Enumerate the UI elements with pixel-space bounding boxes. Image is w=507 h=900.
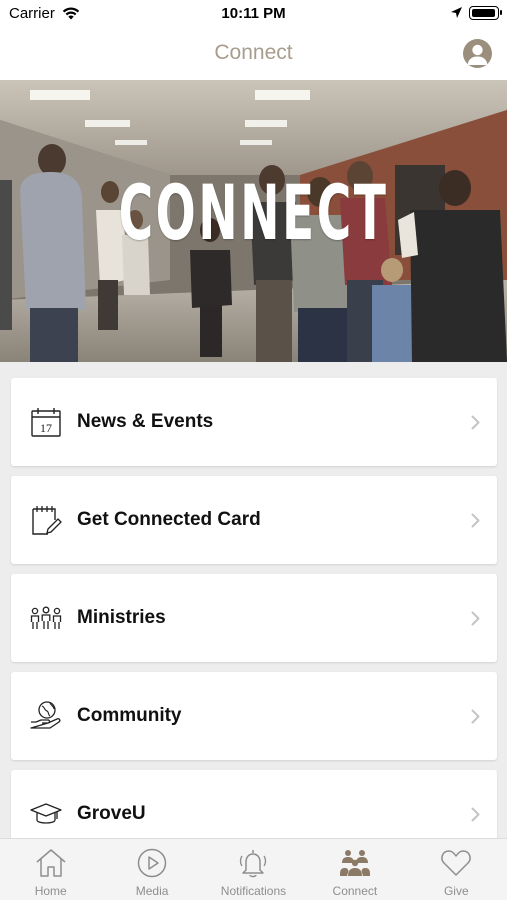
bell-icon <box>237 848 269 883</box>
menu-item-label: Community <box>77 705 182 726</box>
tab-media[interactable]: Media <box>101 839 202 900</box>
people-group-icon <box>30 602 62 634</box>
hero-banner: CONNECT <box>0 80 507 362</box>
tab-connect[interactable]: Connect <box>304 839 405 900</box>
menu-item-ministries[interactable]: Ministries <box>11 574 497 662</box>
people-icon <box>339 848 371 883</box>
tab-label: Media <box>135 884 169 898</box>
globe-hand-icon <box>30 700 62 732</box>
chevron-right-icon <box>471 415 480 435</box>
notepad-edit-icon <box>30 504 62 536</box>
calendar-day: 17 <box>40 421 52 435</box>
menu-item-get-connected-card[interactable]: Get Connected Card <box>11 476 497 564</box>
connect-menu: 17 News & Events Get Connected Card Mini… <box>0 362 507 838</box>
menu-item-community[interactable]: Community <box>11 672 497 760</box>
menu-item-label: News & Events <box>77 411 214 432</box>
home-icon <box>35 848 67 883</box>
menu-item-news-events[interactable]: 17 News & Events <box>11 378 497 466</box>
page-title: Connect <box>214 41 293 64</box>
menu-item-label: Get Connected Card <box>77 509 261 530</box>
tab-label: Notifications <box>220 884 287 898</box>
tab-label: Home <box>34 884 67 898</box>
tab-home[interactable]: Home <box>0 839 101 900</box>
navigation-bar: Connect <box>0 28 507 80</box>
chevron-right-icon <box>471 611 480 631</box>
menu-item-groveu[interactable]: GroveU <box>11 770 497 838</box>
chevron-right-icon <box>471 807 480 827</box>
status-bar: Carrier 10:11 PM <box>0 0 507 28</box>
tab-bar: Home Media Notifications Connect Give <box>0 838 507 900</box>
chevron-right-icon <box>471 709 480 729</box>
location-arrow-icon <box>450 6 463 23</box>
tab-label: Connect <box>332 884 378 898</box>
tab-give[interactable]: Give <box>406 839 507 900</box>
calendar-icon: 17 <box>30 406 62 438</box>
tab-label: Give <box>443 884 469 898</box>
clock: 10:11 PM <box>221 5 286 22</box>
hero-title: CONNECT <box>118 168 389 257</box>
chevron-right-icon <box>471 513 480 533</box>
profile-avatar-icon[interactable] <box>463 39 492 68</box>
battery-icon <box>469 6 502 20</box>
menu-item-label: GroveU <box>77 803 146 824</box>
play-icon <box>137 848 167 883</box>
graduation-cap-icon <box>30 798 62 830</box>
heart-icon <box>440 848 472 883</box>
menu-item-label: Ministries <box>77 607 166 628</box>
tab-notifications[interactable]: Notifications <box>203 839 304 900</box>
